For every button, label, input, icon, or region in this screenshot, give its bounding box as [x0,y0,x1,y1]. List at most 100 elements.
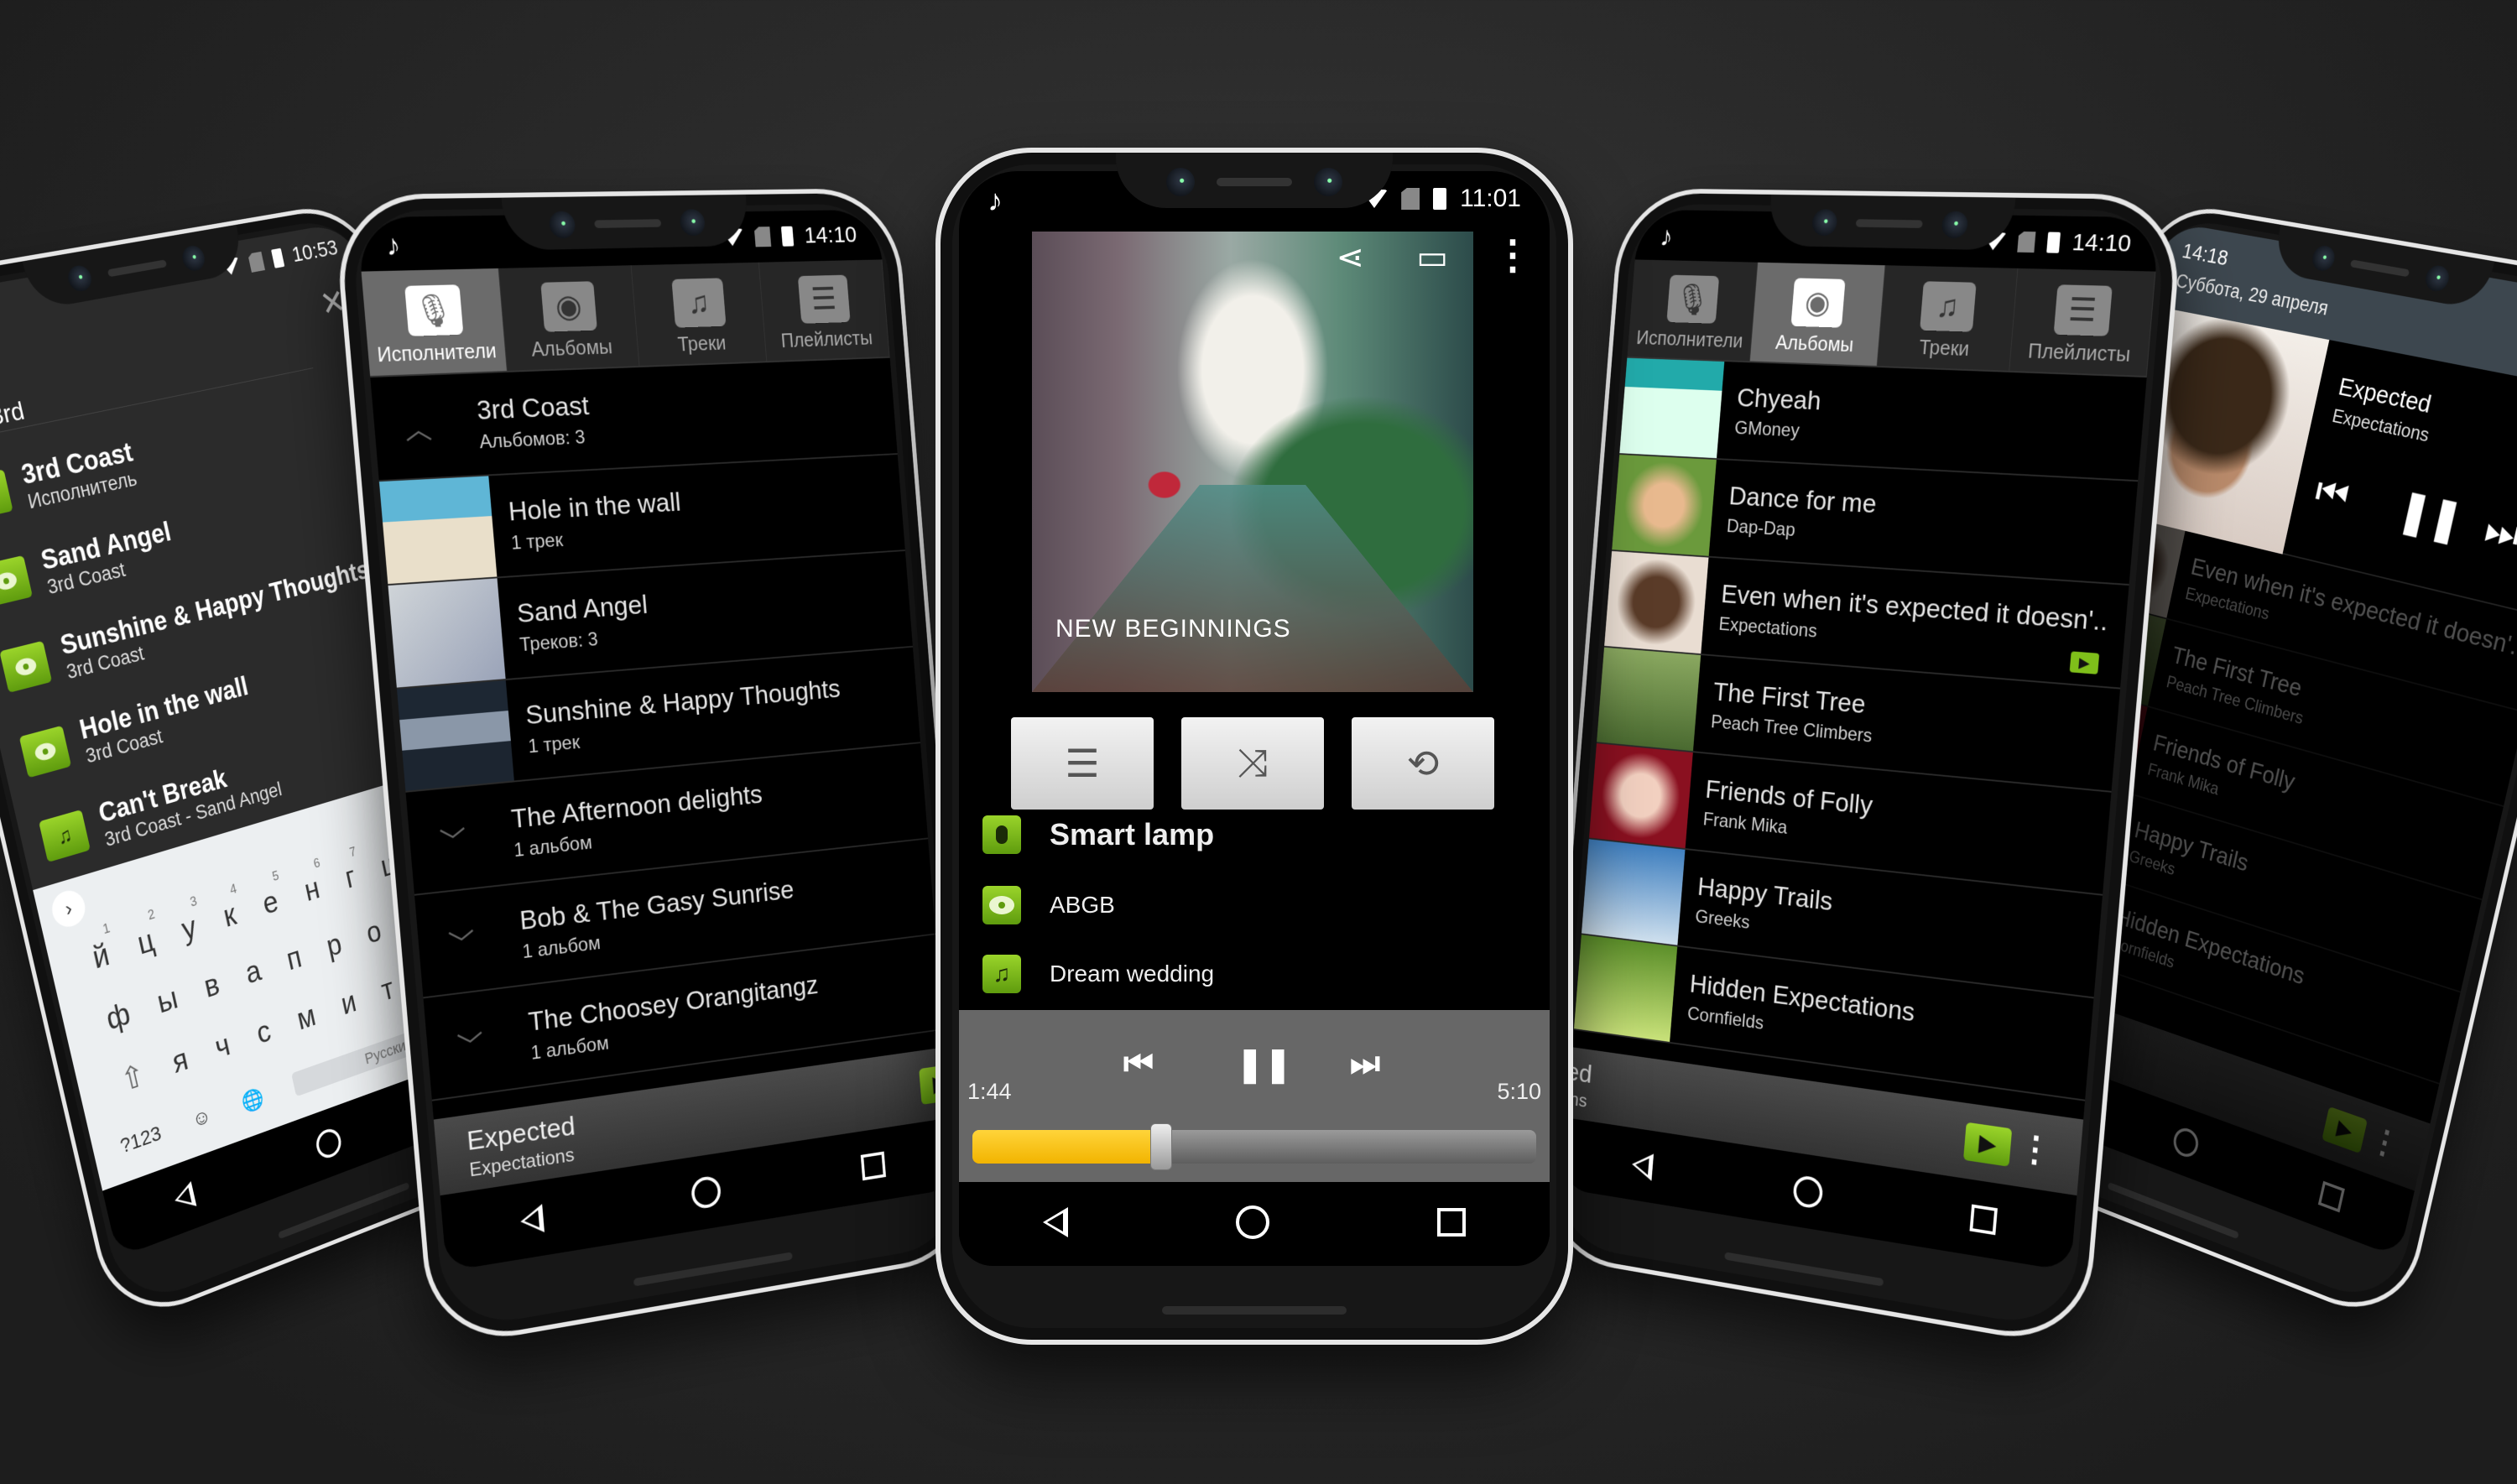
back-icon[interactable] [1043,1206,1068,1237]
phone-albums: ♪ 14:10 🎙 Исполнители ◉ Альбомы ♫ Треки ☰ Плейли… [1537,188,2186,1351]
playlists-tab-icon: ☰ [797,274,851,324]
tab-playlists[interactable]: ☰ Плейлисты [758,259,890,362]
key[interactable]: я [169,1042,191,1080]
tab-label: Альбомы [530,336,613,362]
keyboard-expand-icon[interactable]: › [48,886,89,931]
tab-playlists[interactable]: ☰ Плейлисты [2009,268,2156,377]
chevron-up-icon[interactable]: ︿ [373,405,463,449]
more-icon[interactable]: ⋮ [2367,1119,2404,1165]
status-time: 11:01 [1460,185,1521,212]
item-subtitle: Dap-Dap [1726,515,1796,541]
chevron-down-icon[interactable]: ﹀ [417,917,506,966]
chevron-down-icon[interactable]: ﹀ [409,815,498,863]
overflow-menu-icon[interactable]: ⋮ [1493,232,1533,279]
pause-icon[interactable]: ❚❚ [2395,484,2467,546]
item-subtitle: 1 трек [510,529,564,554]
tab-albums[interactable]: ◉ Альбомы [498,265,640,371]
play-icon[interactable]: ▶ [1962,1122,2013,1167]
tab-tracks[interactable]: ♫ Треки [1877,265,2019,371]
symbols-key[interactable]: ?123 [118,1122,164,1159]
pause-button[interactable]: ❚❚ [1236,1045,1292,1084]
more-icon[interactable]: ⋮ [2017,1127,2055,1172]
albums-screen: ♪ 14:10 🎙 Исполнители ◉ Альбомы ♫ Треки ☰ Плейли… [1561,209,2160,1272]
key[interactable]: с [253,1013,274,1051]
home-icon[interactable] [1792,1174,1824,1210]
album-art: NEW BEGINNINGS ⋖ ▭ [1032,232,1473,692]
key[interactable]: в [201,966,223,1004]
key[interactable]: м [294,998,318,1037]
cast-to-device-icon[interactable]: ▭ [1416,238,1448,277]
music-note-icon: ♪ [384,228,402,263]
tab-artists[interactable]: 🎙 Исполнители [361,268,508,377]
key[interactable]: ц2 [134,907,158,961]
now-playing-icon: ▶ [2069,651,2100,674]
recents-icon[interactable] [1969,1204,1998,1235]
home-icon[interactable] [1236,1205,1269,1239]
album-art [1619,357,1725,459]
key[interactable]: к4 [221,881,239,934]
key[interactable]: й1 [90,920,113,976]
playback-panel: ⏮ ❚❚ ⏭ 1:44 5:10 [959,1010,1550,1182]
artists-tab-icon: 🎙 [1665,274,1719,324]
share-icon[interactable]: ⋖ [1336,238,1364,277]
key[interactable]: п [284,940,305,977]
recents-icon[interactable] [860,1151,887,1180]
shade-time: 14:18 [2180,238,2231,271]
artist-row[interactable]: Smart lamp [982,815,1214,854]
next-button[interactable]: ⏭ [1350,1045,1380,1083]
tab-label: Исполнители [1635,327,1744,352]
key[interactable]: р [324,927,345,964]
phone-artists: ♪ 14:10 🎙 Исполнители ◉ Альбомы ♫ Треки ☰ Плейли… [331,188,980,1351]
track-row[interactable]: ♫ Dream wedding [982,955,1214,993]
tab-albums[interactable]: ◉ Альбомы [1749,262,1886,367]
home-icon[interactable] [2170,1124,2202,1160]
key[interactable]: ч [212,1028,233,1065]
emoji-key[interactable]: ☺ [190,1104,213,1133]
artists-screen: ♪ 14:10 🎙 Исполнители ◉ Альбомы ♫ Треки ☰ Плейли… [357,209,956,1272]
recents-icon[interactable] [2317,1180,2345,1212]
queue-button[interactable]: ☰ [1011,717,1154,810]
key[interactable]: ы [154,980,180,1020]
item-title: 3rd Coast [475,390,591,426]
repeat-button[interactable]: ⟲ [1352,717,1494,810]
key[interactable]: н6 [301,856,322,908]
key[interactable]: а [242,953,264,991]
recents-icon[interactable] [1437,1207,1466,1237]
key[interactable]: е5 [259,868,281,922]
item-subtitle: GMoney [1733,417,1800,441]
nav-bar [959,1182,1550,1262]
tab-label: Треки [1918,336,1971,361]
seek-handle[interactable] [1150,1123,1173,1170]
next-icon[interactable]: ⏭ [2480,503,2517,560]
previous-icon[interactable]: ⏮ [2311,466,2353,522]
previous-button[interactable]: ⏮ [1123,1045,1154,1083]
chevron-down-icon[interactable]: ﹀ [426,1018,514,1069]
album-art [1604,550,1709,654]
album-row[interactable]: ABGB [982,886,1115,924]
shift-key[interactable]: ⇧ [117,1056,149,1099]
tab-artists[interactable]: 🎙 Исполнители [1627,259,1759,362]
key-hint: 2 [146,906,157,923]
key[interactable]: т [378,971,397,1008]
back-icon[interactable] [519,1203,545,1236]
album-art [378,476,498,585]
key[interactable]: и [338,984,359,1021]
play-icon[interactable]: ▶ [2322,1106,2368,1154]
artist-mic-icon [982,815,1021,854]
shuffle-button[interactable]: ⤨ [1181,717,1324,810]
battery-icon [1433,188,1447,210]
home-icon[interactable] [690,1174,722,1211]
key[interactable]: г7 [342,844,358,895]
seek-bar[interactable] [972,1123,1536,1170]
tab-tracks[interactable]: ♫ Треки [631,262,768,367]
album-art [1582,839,1686,945]
key[interactable]: у3 [179,893,200,947]
key[interactable]: о [363,914,384,950]
key-hint: 7 [348,844,357,860]
back-icon[interactable] [171,1180,197,1213]
home-icon[interactable] [313,1125,344,1162]
no-sim-icon [754,227,772,247]
key[interactable]: ф [103,996,133,1037]
back-icon[interactable] [1630,1150,1655,1181]
globe-icon[interactable]: 🌐 [239,1085,266,1115]
